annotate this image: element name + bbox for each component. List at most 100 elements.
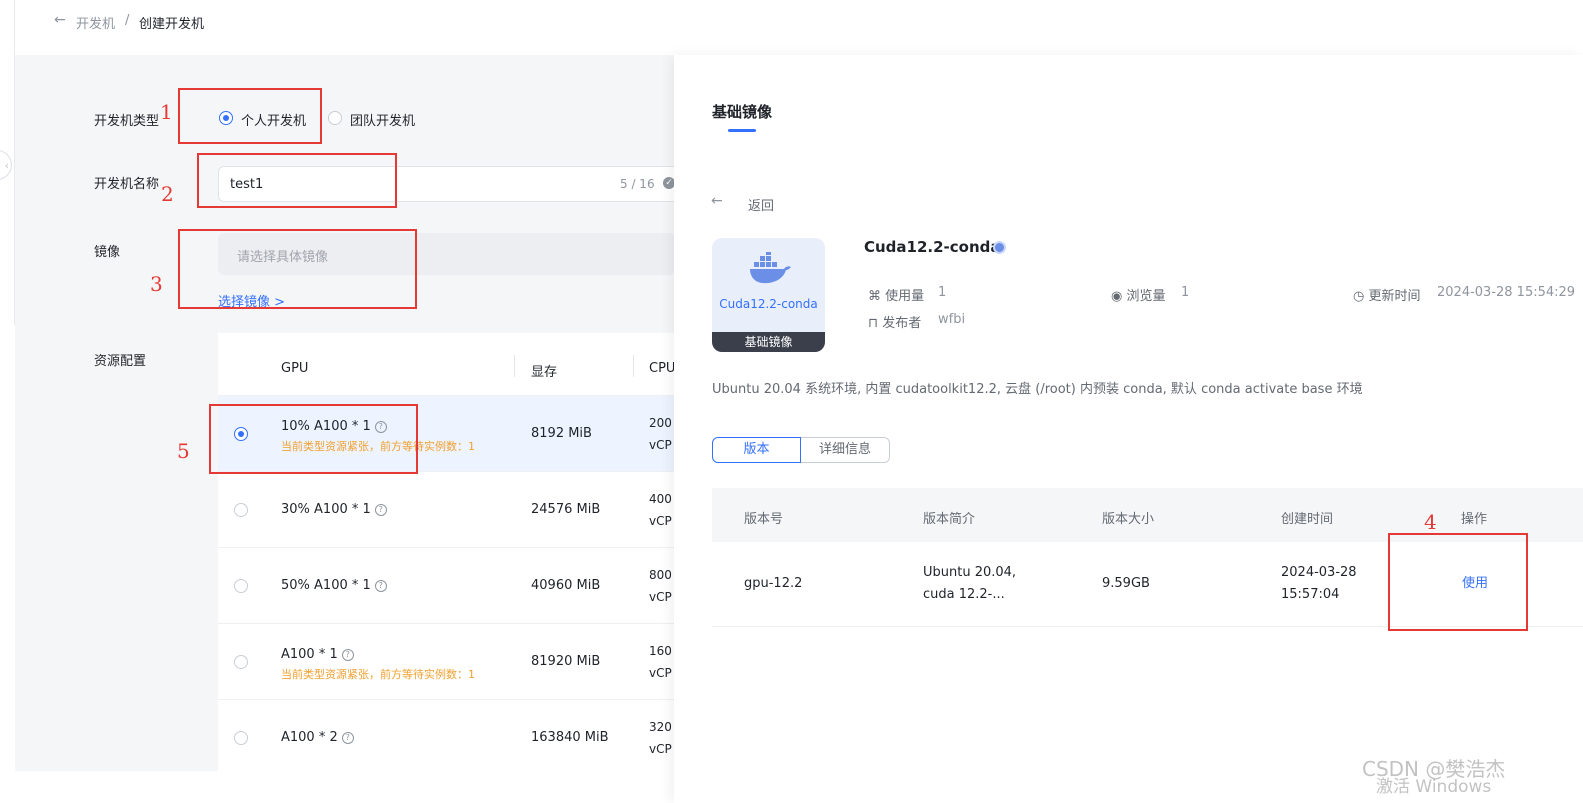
image-card-footer: 基础镜像 xyxy=(712,332,825,352)
row-radio[interactable] xyxy=(234,579,248,593)
annotation-box-5 xyxy=(209,404,418,474)
cpu-value-line2: vCP xyxy=(649,590,672,604)
back-link[interactable]: 返回 xyxy=(748,195,774,214)
version-size: 9.59GB xyxy=(1102,576,1150,591)
image-detail-panel xyxy=(674,55,1583,803)
cpu-value-line2: vCP xyxy=(649,666,672,680)
cpu-value: 160 vCP xyxy=(649,640,672,684)
cpu-value: 320 vCP xyxy=(649,716,672,760)
updated-label: 更新时间 xyxy=(1368,289,1421,304)
cpu-value-line2: vCP xyxy=(649,742,672,756)
table-row[interactable]: A100 * 1? 当前类型资源紧张，前方等待实例数：1 81920 MiB 1… xyxy=(218,623,675,700)
th-gpu: GPU xyxy=(281,361,309,376)
annotation-number: 2 xyxy=(161,182,174,206)
annotation-box-4 xyxy=(1388,533,1528,631)
th-divider xyxy=(633,355,634,377)
collapse-handle[interactable]: ‹ xyxy=(0,150,12,180)
breadcrumb-parent[interactable]: 开发机 xyxy=(76,13,115,32)
publisher-value: wfbi xyxy=(938,312,966,327)
tab-version[interactable]: 版本 xyxy=(712,437,801,463)
image-card-label: Cuda12.2-conda xyxy=(719,297,818,311)
help-icon[interactable]: ? xyxy=(374,580,387,592)
help-icon[interactable]: ? xyxy=(374,504,387,516)
usage-meta: ⌘ 使用量 xyxy=(868,285,924,304)
gpu-spec: A100 * 2? xyxy=(281,730,354,745)
back-arrow-icon[interactable]: ← xyxy=(54,12,66,28)
cpu-value-line1: 160 xyxy=(649,644,672,658)
tab-details[interactable]: 详细信息 xyxy=(801,437,890,463)
cpu-value-line1: 400 xyxy=(649,492,672,506)
version-created: 2024-03-28 15:57:04 xyxy=(1281,562,1357,606)
memory-value: 24576 MiB xyxy=(531,502,601,517)
radio-team[interactable] xyxy=(328,111,342,125)
clock-icon: ◷ xyxy=(1353,289,1365,304)
vh-created: 创建时间 xyxy=(1281,512,1334,527)
windows-activation-watermark: 激活 Windows xyxy=(1376,777,1492,797)
table-row[interactable]: 50% A100 * 1? 40960 MiB 800 vCP xyxy=(218,547,675,624)
gpu-spec-text: 50% A100 * 1 xyxy=(281,578,371,593)
memory-value: 40960 MiB xyxy=(531,578,601,593)
usage-label: 使用量 xyxy=(885,289,925,304)
usage-value: 1 xyxy=(938,285,947,300)
cpu-value: 400 vCP xyxy=(649,488,672,532)
cpu-value-line1: 200 xyxy=(649,416,672,430)
annotation-number: 3 xyxy=(150,272,163,296)
version-intro-line2: cuda 12.2-... xyxy=(923,587,1005,602)
annotation-number: 1 xyxy=(160,100,173,124)
annotation-box-2 xyxy=(197,153,397,208)
table-row[interactable]: 30% A100 * 1? 24576 MiB 400 vCP xyxy=(218,471,675,548)
breadcrumb-separator: / xyxy=(125,13,130,28)
resource-table: GPU 显存 CPU 10% A100 * 1? 当前类型资源紧张，前方等待实例… xyxy=(218,333,675,771)
annotation-box-1 xyxy=(178,88,322,144)
cpu-value-line2: vCP xyxy=(649,514,672,528)
help-icon[interactable]: ? xyxy=(341,649,354,661)
help-icon[interactable]: ? xyxy=(341,732,354,744)
table-row[interactable]: A100 * 2? 163840 MiB 320 vCP xyxy=(218,699,675,771)
vh-version: 版本号 xyxy=(744,512,784,527)
usage-icon: ⌘ xyxy=(868,289,881,304)
updated-value: 2024-03-28 15:54:29 xyxy=(1437,285,1576,300)
version-intro-line1: Ubuntu 20.04, xyxy=(923,565,1017,580)
publisher-label: 发布者 xyxy=(882,316,922,331)
row-radio[interactable] xyxy=(234,503,248,517)
gpu-spec: A100 * 1? xyxy=(281,647,354,662)
vh-size: 版本大小 xyxy=(1102,512,1155,527)
panel-title-underline xyxy=(728,129,756,132)
vh-intro: 版本简介 xyxy=(923,512,976,527)
version-intro: Ubuntu 20.04, cuda 12.2-... xyxy=(923,562,1016,606)
th-divider xyxy=(514,355,515,377)
vh-action: 操作 xyxy=(1461,512,1488,527)
th-cpu: CPU xyxy=(649,361,675,376)
row-radio[interactable] xyxy=(234,731,248,745)
gpu-spec-text: A100 * 2 xyxy=(281,730,338,745)
publisher-meta: ⊓ 发布者 xyxy=(868,312,921,331)
annotation-box-3 xyxy=(178,229,417,309)
row-radio[interactable] xyxy=(234,655,248,669)
back-arrow-icon[interactable]: ← xyxy=(711,193,723,209)
annotation-number: 4 xyxy=(1424,510,1437,534)
gpu-spec: 50% A100 * 1? xyxy=(281,578,387,593)
annotation-number: 5 xyxy=(177,439,190,463)
user-icon: ⊓ xyxy=(868,316,879,331)
panel-title: 基础镜像 xyxy=(712,103,773,121)
views-label: 浏览量 xyxy=(1126,289,1166,304)
cpu-value: 200 vCP xyxy=(649,412,672,456)
image-label: 镜像 xyxy=(94,245,121,260)
cpu-value: 800 vCP xyxy=(649,564,672,608)
verified-badge-icon xyxy=(993,241,1006,254)
version-number: gpu-12.2 xyxy=(744,576,803,591)
memory-value: 81920 MiB xyxy=(531,654,601,669)
name-label: 开发机名称 xyxy=(94,177,160,192)
memory-value: 8192 MiB xyxy=(531,426,592,441)
gpu-spec-text: 30% A100 * 1 xyxy=(281,502,371,517)
views-value: 1 xyxy=(1181,285,1190,300)
image-card: Cuda12.2-conda 基础镜像 xyxy=(712,238,825,352)
radio-team-label[interactable]: 团队开发机 xyxy=(350,110,415,129)
th-memory: 显存 xyxy=(531,365,558,380)
memory-value: 163840 MiB xyxy=(531,730,609,745)
type-label: 开发机类型 xyxy=(94,114,160,129)
image-name: Cuda12.2-conda xyxy=(864,238,1001,256)
gpu-spec-text: A100 * 1 xyxy=(281,647,338,662)
image-description: Ubuntu 20.04 系统环境, 内置 cudatoolkit12.2, 云… xyxy=(712,382,1363,397)
version-created-line2: 15:57:04 xyxy=(1281,587,1340,602)
